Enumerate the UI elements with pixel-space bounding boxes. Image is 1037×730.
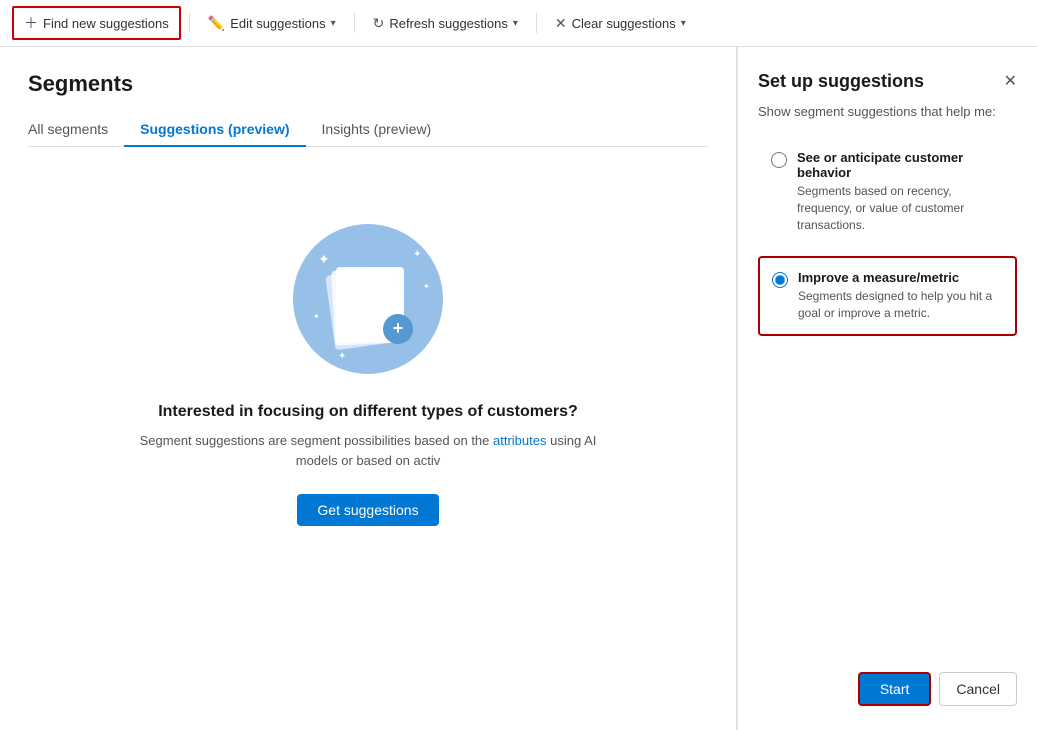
panel-title-text: Set up suggestions <box>758 71 924 92</box>
segments-illustration: + ✦ ✦ ✦ ✦ ✦ <box>288 219 448 379</box>
get-suggestions-button[interactable]: Get suggestions <box>297 494 438 526</box>
center-content: + ✦ ✦ ✦ ✦ ✦ Interested in focusing on di… <box>28 179 708 546</box>
panel-header: Set up suggestions ✕ <box>758 71 1017 92</box>
option-improve-metric[interactable]: Improve a measure/metric Segments design… <box>758 256 1017 336</box>
panel-footer: Start Cancel <box>758 656 1017 706</box>
tab-suggestions-preview[interactable]: Suggestions (preview) <box>124 113 305 147</box>
refresh-suggestions-label: Refresh suggestions <box>389 16 508 31</box>
edit-icon: ✏️ <box>208 15 225 32</box>
separator-2 <box>354 13 355 33</box>
left-panel: Segments All segments Suggestions (previ… <box>0 47 737 730</box>
edit-chevron-icon: ▾ <box>331 18 336 29</box>
separator-1 <box>189 13 190 33</box>
svg-text:✦: ✦ <box>313 312 320 321</box>
tab-insights-preview[interactable]: Insights (preview) <box>306 113 448 147</box>
right-panel: Set up suggestions ✕ Show segment sugges… <box>737 47 1037 730</box>
main-content-title: Interested in focusing on different type… <box>158 403 578 421</box>
find-suggestions-label: Find new suggestions <box>43 16 169 31</box>
tabs-container: All segments Suggestions (preview) Insig… <box>28 113 708 147</box>
main-content-desc: Segment suggestions are segment possibil… <box>118 431 618 470</box>
toolbar: ＋ Find new suggestions ✏️ Edit suggestio… <box>0 0 1037 47</box>
page-title: Segments <box>28 71 708 97</box>
refresh-chevron-icon: ▾ <box>513 18 518 29</box>
edit-suggestions-button[interactable]: ✏️ Edit suggestions ▾ <box>198 10 346 37</box>
radio-improve-metric[interactable] <box>772 272 788 288</box>
option-customer-behavior[interactable]: See or anticipate customer behavior Segm… <box>758 137 1017 246</box>
edit-suggestions-label: Edit suggestions <box>230 16 325 31</box>
svg-text:+: + <box>393 318 404 338</box>
option-customer-behavior-label: See or anticipate customer behavior <box>797 150 1004 180</box>
clear-suggestions-label: Clear suggestions <box>572 16 676 31</box>
clear-chevron-icon: ▾ <box>681 18 686 29</box>
radio-customer-behavior[interactable] <box>771 152 787 168</box>
svg-text:✦: ✦ <box>423 282 430 291</box>
attributes-link[interactable]: attributes <box>493 433 546 448</box>
refresh-suggestions-button[interactable]: ↻ Refresh suggestions ▾ <box>363 10 528 37</box>
cancel-button[interactable]: Cancel <box>939 672 1017 706</box>
svg-text:✦: ✦ <box>338 351 346 362</box>
panel-subtitle: Show segment suggestions that help me: <box>758 104 1017 119</box>
clear-suggestions-button[interactable]: ✕ Clear suggestions ▾ <box>545 10 696 37</box>
option-improve-metric-desc: Segments designed to help you hit a goal… <box>798 288 1003 322</box>
svg-text:✦: ✦ <box>318 251 330 267</box>
svg-text:✦: ✦ <box>413 249 421 260</box>
panel-close-button[interactable]: ✕ <box>1004 74 1017 90</box>
find-suggestions-button[interactable]: ＋ Find new suggestions <box>12 6 181 40</box>
refresh-icon: ↻ <box>373 15 385 32</box>
tab-all-segments[interactable]: All segments <box>28 113 124 147</box>
option-improve-metric-label: Improve a measure/metric <box>798 270 1003 285</box>
option-customer-behavior-desc: Segments based on recency, frequency, or… <box>797 183 1004 233</box>
start-button[interactable]: Start <box>858 672 932 706</box>
clear-icon: ✕ <box>555 15 567 32</box>
main-layout: Segments All segments Suggestions (previ… <box>0 47 1037 730</box>
plus-icon: ＋ <box>24 13 38 33</box>
separator-3 <box>536 13 537 33</box>
